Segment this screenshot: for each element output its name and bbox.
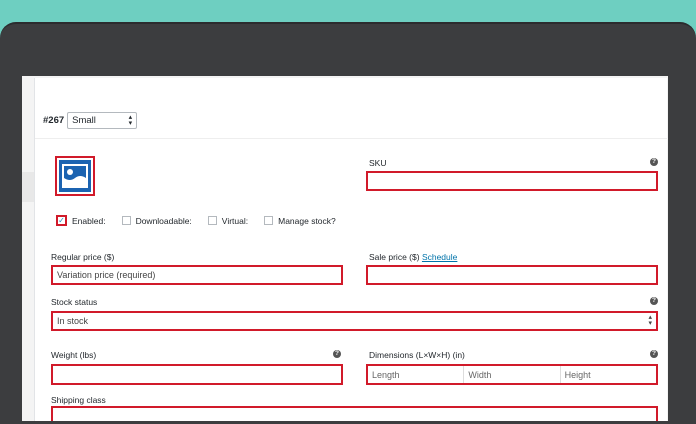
image-placeholder-icon [59, 160, 91, 192]
stock-status-help-icon[interactable]: ? [650, 297, 658, 305]
variation-image-button[interactable] [55, 156, 95, 196]
weight-input[interactable] [51, 364, 343, 385]
size-select-value: Small [72, 115, 96, 126]
regular-price-label: Regular price ($) [51, 252, 115, 262]
dimensions-label: Dimensions (L×W×H) (in) [369, 350, 465, 360]
weight-help-icon[interactable]: ? [333, 350, 341, 358]
sale-price-input[interactable] [366, 265, 658, 285]
manage-stock-label: Manage stock? [278, 215, 336, 226]
downloadable-label: Downloadable: [135, 215, 192, 226]
stock-status-select[interactable]: In stock ▴ ▾ [51, 311, 658, 331]
shipping-class-label: Shipping class [51, 395, 106, 405]
sale-price-label-text: Sale price ($) [369, 252, 420, 262]
sku-help-icon[interactable]: ? [650, 158, 658, 166]
shipping-class-select[interactable] [51, 406, 658, 421]
option-downloadable[interactable]: Downloadable: [121, 215, 192, 226]
weight-label: Weight (lbs) [51, 350, 97, 360]
sale-price-label: Sale price ($) Schedule [369, 252, 457, 262]
laptop-frame: #267 Small ▴ ▾ SKU ? ✓ Enabled: Download… [0, 22, 696, 424]
variation-options: ✓ Enabled: Downloadable: Virtual: Manage… [56, 215, 352, 226]
option-manage-stock[interactable]: Manage stock? [264, 216, 336, 226]
sidebar-edge [22, 172, 34, 202]
variation-header: #267 Small ▴ ▾ [43, 112, 138, 129]
dimensions-inputs: Length Width Height [366, 364, 658, 385]
schedule-link[interactable]: Schedule [422, 252, 457, 262]
checkmark-icon: ✓ [58, 215, 65, 225]
length-input[interactable]: Length [368, 366, 465, 383]
height-input[interactable]: Height [561, 366, 656, 383]
regular-price-placeholder: Variation price (required) [57, 270, 156, 280]
size-select[interactable]: Small ▴ ▾ [67, 112, 138, 129]
option-enabled[interactable]: ✓ Enabled: [56, 215, 106, 226]
screen: #267 Small ▴ ▾ SKU ? ✓ Enabled: Download… [22, 76, 668, 421]
select-arrows-icon: ▴ ▾ [128, 113, 133, 127]
manage-stock-checkbox[interactable] [264, 216, 274, 225]
width-input[interactable]: Width [464, 366, 561, 383]
select-arrows-icon: ▴ ▾ [648, 314, 652, 327]
option-virtual[interactable]: Virtual: [207, 215, 249, 226]
variation-panel: #267 Small ▴ ▾ SKU ? ✓ Enabled: Download… [34, 78, 667, 421]
sku-label: SKU [369, 158, 387, 168]
dimensions-help-icon[interactable]: ? [650, 350, 658, 358]
enabled-checkbox[interactable]: ✓ [56, 215, 67, 226]
sku-input[interactable] [366, 171, 658, 191]
variation-id: #267 [43, 115, 65, 126]
regular-price-input[interactable]: Variation price (required) [51, 265, 343, 285]
virtual-checkbox[interactable] [207, 216, 217, 225]
stock-status-value: In stock [57, 316, 89, 326]
enabled-label: Enabled: [72, 215, 106, 226]
virtual-label: Virtual: [221, 215, 249, 226]
stock-status-label: Stock status [51, 297, 98, 307]
divider [35, 138, 667, 139]
downloadable-checkbox[interactable] [121, 216, 131, 225]
